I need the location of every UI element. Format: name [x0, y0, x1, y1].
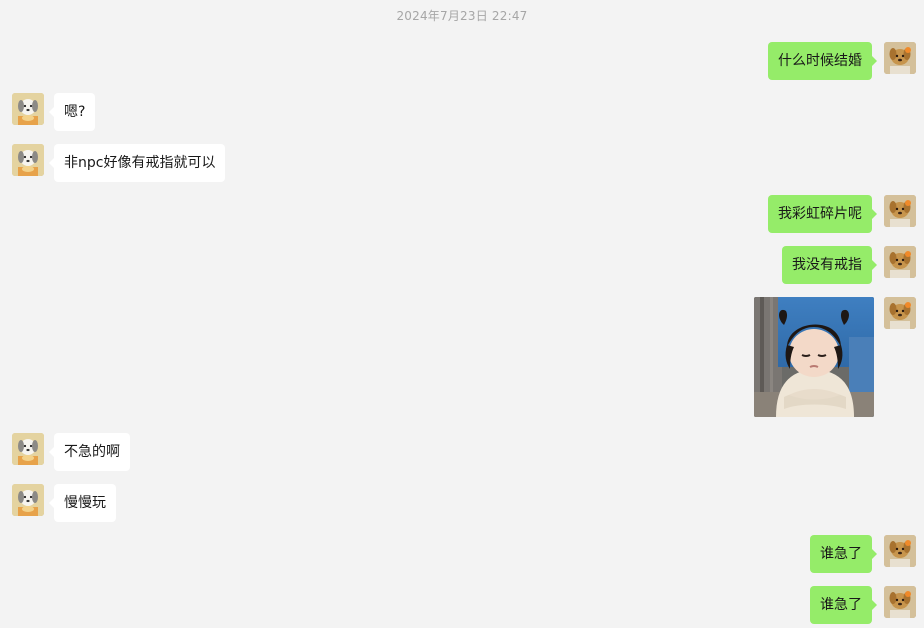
self-avatar[interactable] [884, 246, 916, 278]
puppy-avatar-icon [12, 93, 44, 125]
dog-avatar-icon [884, 195, 916, 227]
other-avatar[interactable] [12, 93, 44, 125]
incoming-message[interactable]: 嗯? [48, 93, 96, 131]
other-avatar[interactable] [12, 433, 44, 465]
dog-avatar-icon [884, 246, 916, 278]
incoming-message[interactable]: 非npc好像有戒指就可以 [48, 144, 226, 182]
self-avatar[interactable] [884, 535, 916, 567]
dog-avatar-icon [884, 297, 916, 329]
outgoing-message[interactable]: 我彩虹碎片呢 [768, 195, 877, 233]
timestamp: 2024年7月23日 22:47 [396, 9, 528, 23]
outgoing-message[interactable]: 我没有戒指 [782, 246, 877, 284]
incoming-message[interactable]: 不急的啊 [49, 433, 130, 471]
dog-avatar-icon [884, 535, 916, 567]
outgoing-message[interactable]: 谁急了 [810, 586, 877, 624]
other-avatar[interactable] [12, 484, 44, 516]
puppy-avatar-icon [12, 144, 44, 176]
self-avatar[interactable] [884, 195, 916, 227]
child-photo-image [754, 297, 874, 417]
other-avatar[interactable] [12, 144, 44, 176]
image-message[interactable] [754, 297, 874, 417]
dog-avatar-icon [884, 586, 916, 618]
outgoing-message[interactable]: 谁急了 [810, 535, 877, 573]
puppy-avatar-icon [12, 433, 44, 465]
chat-window: 2024年7月23日 22:47 什么时候结婚 嗯? 非npc好像有戒指就可以 … [0, 0, 924, 628]
self-avatar[interactable] [884, 297, 916, 329]
dog-avatar-icon [884, 42, 916, 74]
self-avatar[interactable] [884, 42, 916, 74]
incoming-message[interactable]: 慢慢玩 [49, 484, 116, 522]
self-avatar[interactable] [884, 586, 916, 618]
puppy-avatar-icon [12, 484, 44, 516]
outgoing-message[interactable]: 什么时候结婚 [768, 42, 877, 80]
